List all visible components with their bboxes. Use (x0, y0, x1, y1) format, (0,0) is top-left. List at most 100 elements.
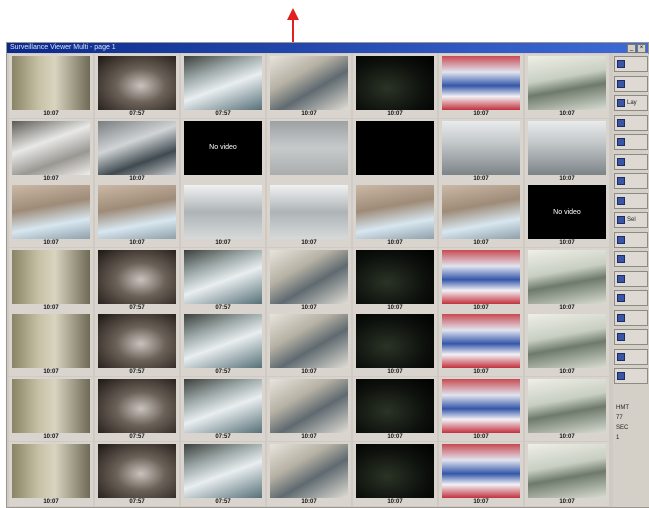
side-panel-button[interactable] (614, 251, 648, 267)
close-button[interactable]: × (637, 44, 646, 53)
camera-tile[interactable]: 10:07 (95, 118, 179, 183)
camera-tile[interactable]: 10:07 (353, 54, 437, 118)
camera-tile[interactable]: 10:07 (525, 441, 609, 506)
camera-tile[interactable]: 10:07 (525, 118, 609, 183)
camera-feed (528, 379, 606, 433)
camera-tile[interactable]: 10:07 (439, 247, 523, 312)
side-panel-button[interactable] (614, 153, 648, 170)
viewer-window: Surveillance Viewer Multi - page 1 _ × 1… (6, 42, 649, 508)
camera-feed (356, 185, 434, 240)
camera-tile[interactable] (353, 118, 437, 183)
camera-tile[interactable]: 07:57 (95, 312, 179, 377)
camera-timestamp: 10:07 (559, 175, 575, 182)
camera-tile[interactable]: 07:57 (95, 377, 179, 441)
camera-tile[interactable]: 10:07 (439, 441, 523, 506)
camera-feed (528, 314, 606, 369)
camera-feed (356, 120, 434, 175)
side-panel-button[interactable] (614, 231, 648, 248)
camera-tile[interactable]: 10:07 (353, 312, 437, 377)
camera-tile[interactable]: 10:07 (439, 312, 523, 377)
camera-timestamp: 10:07 (473, 175, 489, 182)
camera-tile[interactable]: 07:57 (181, 312, 265, 377)
camera-tile[interactable]: No video 10:07 (525, 183, 609, 248)
side-panel-info-text: 77 (616, 415, 623, 421)
camera-tile[interactable]: 10:07 (267, 54, 351, 118)
camera-tile[interactable]: 10:07 (9, 377, 93, 441)
camera-tile[interactable]: 10:07 (9, 183, 93, 248)
camera-timestamp (353, 175, 437, 183)
camera-tile[interactable] (267, 118, 351, 183)
camera-tile[interactable]: 07:57 (95, 54, 179, 118)
camera-tile[interactable]: 07:57 (181, 247, 265, 312)
camera-tile[interactable]: 10:07 (181, 183, 265, 248)
camera-feed (98, 443, 176, 498)
side-panel-button[interactable] (614, 270, 648, 287)
side-panel-button[interactable]: Sel (614, 212, 648, 228)
tool-icon (617, 235, 625, 244)
camera-timestamp: 10:07 (301, 240, 317, 247)
camera-feed (442, 249, 520, 304)
camera-tile[interactable]: 10:07 (9, 312, 93, 377)
camera-tile[interactable]: 07:57 (181, 377, 265, 441)
camera-timestamp: 10:07 (387, 369, 403, 376)
side-panel-button[interactable] (614, 368, 648, 384)
camera-tile[interactable]: 10:07 (9, 54, 93, 118)
camera-tile[interactable]: 07:57 (95, 247, 179, 312)
tool-icon (617, 177, 625, 185)
camera-tile[interactable]: 10:07 (439, 54, 523, 118)
camera-timestamp: 10:07 (559, 434, 575, 440)
camera-timestamp: 10:07 (559, 304, 575, 311)
camera-tile[interactable]: 10:07 (353, 441, 437, 506)
camera-tile[interactable]: 10:07 (267, 377, 351, 441)
camera-timestamp: 10:07 (301, 369, 317, 376)
side-panel-button[interactable] (614, 114, 648, 131)
camera-tile[interactable]: 10:07 (9, 118, 93, 183)
camera-tile[interactable]: 10:07 (525, 312, 609, 377)
camera-feed (98, 379, 176, 433)
minimize-button[interactable]: _ (627, 44, 636, 53)
camera-feed (270, 120, 348, 175)
camera-tile[interactable]: 10:07 (353, 377, 437, 441)
camera-timestamp: 07:57 (129, 111, 145, 117)
camera-tile[interactable]: 10:07 (267, 183, 351, 248)
side-panel-button[interactable] (614, 56, 648, 72)
camera-tile[interactable]: 10:07 (525, 247, 609, 312)
side-panel-button[interactable] (614, 134, 648, 150)
camera-tile[interactable]: 07:57 (181, 441, 265, 506)
camera-tile[interactable]: 10:07 (525, 54, 609, 118)
camera-tile[interactable]: No video (181, 118, 265, 183)
camera-tile[interactable]: 07:57 (95, 441, 179, 506)
camera-feed (270, 185, 348, 240)
camera-tile[interactable]: 10:07 (439, 377, 523, 441)
window-titlebar: Surveillance Viewer Multi - page 1 _ × (7, 43, 648, 53)
camera-tile[interactable]: 10:07 (439, 118, 523, 183)
camera-tile[interactable]: 10:07 (9, 441, 93, 506)
camera-tile[interactable]: 10:07 (95, 183, 179, 248)
side-panel-button[interactable] (614, 329, 648, 345)
side-panel-button[interactable] (614, 290, 648, 306)
camera-tile[interactable]: 10:07 (267, 441, 351, 506)
side-panel-button[interactable]: Lay (614, 95, 648, 111)
camera-tile[interactable]: 10:07 (439, 183, 523, 248)
camera-timestamp: 10:07 (473, 240, 489, 247)
camera-timestamp: 07:57 (215, 111, 231, 117)
camera-tile[interactable]: 10:07 (353, 183, 437, 248)
side-panel-button[interactable] (614, 192, 648, 209)
camera-tile[interactable]: 07:57 (181, 54, 265, 118)
camera-timestamp: 07:57 (215, 304, 231, 311)
tool-icon (617, 196, 625, 205)
side-panel-button[interactable] (614, 173, 648, 189)
side-panel-button[interactable] (614, 309, 648, 326)
side-panel-button[interactable] (614, 75, 648, 92)
tool-icon (617, 99, 625, 107)
camera-timestamp: 10:07 (301, 434, 317, 440)
camera-feed (12, 249, 90, 304)
camera-tile[interactable]: 10:07 (353, 247, 437, 312)
camera-tile[interactable]: 10:07 (267, 247, 351, 312)
camera-timestamp: 10:07 (559, 369, 575, 376)
camera-tile[interactable]: 10:07 (9, 247, 93, 312)
side-panel-button[interactable] (614, 348, 648, 365)
camera-tile[interactable]: 10:07 (525, 377, 609, 441)
camera-tile[interactable]: 10:07 (267, 312, 351, 377)
camera-timestamp: 10:07 (43, 369, 59, 376)
